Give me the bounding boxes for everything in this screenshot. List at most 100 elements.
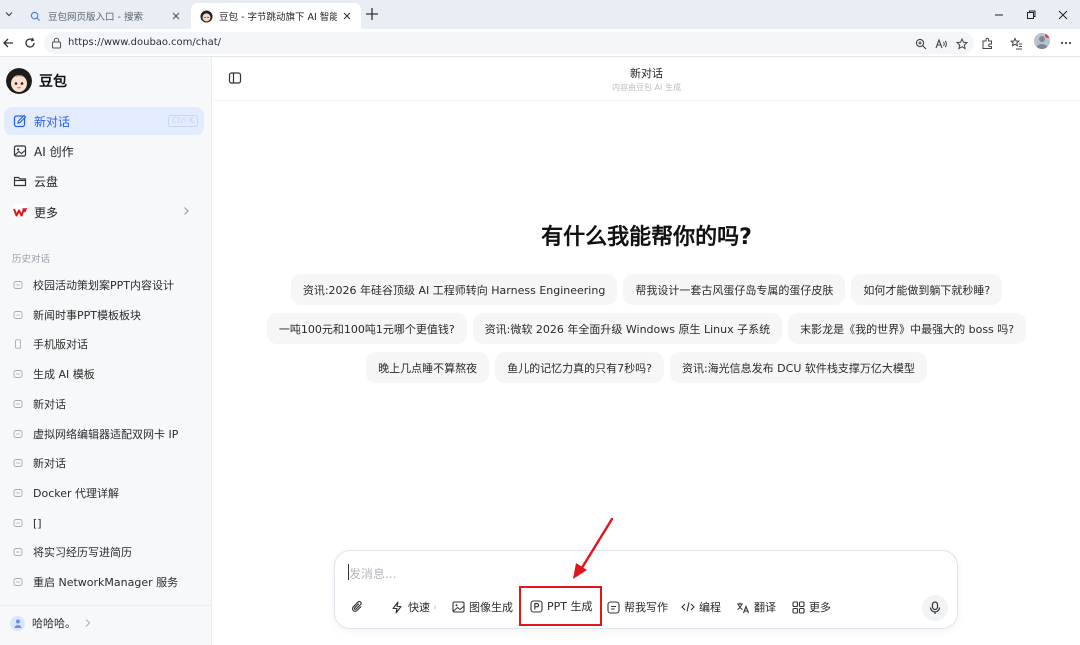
history-item-label: 新闻时事PPT模板板块 [33,309,141,322]
history-item[interactable]: [] [12,512,202,534]
history-item[interactable]: 手机版对话 [12,333,202,355]
chevron-right-icon [84,618,92,628]
ppt-icon [529,599,543,613]
suggestion-chip[interactable]: 鱼儿的记忆力真的只有7秒吗? [495,352,664,383]
page-subtitle: 内容由豆包 AI 生成 [612,83,681,92]
coding-button[interactable]: 编程 [681,595,721,619]
doubao-avatar-icon [6,68,32,94]
maximize-icon[interactable] [1024,8,1038,22]
profile-avatar[interactable] [1034,33,1050,49]
history-item[interactable]: 新闻时事PPT模板板块 [12,304,202,326]
nav-label: AI 创作 [34,144,74,159]
close-window-icon[interactable] [1056,8,1070,22]
minimize-icon[interactable] [992,8,1006,22]
history-item[interactable]: 新对话 [12,452,202,474]
history-item[interactable]: Docker 代理详解 [12,482,202,504]
user-name: 哈哈哈。 [32,617,76,630]
read-aloud-icon[interactable] [935,37,948,50]
history-item[interactable]: 新对话 [12,393,202,415]
suggestion-chip[interactable]: 帮我设计一套古风蛋仔岛专属的蛋仔皮肤 [623,274,846,305]
attachment-clip-icon[interactable] [349,599,365,615]
doubao-favicon-icon [199,9,213,23]
more-tools-button[interactable]: 更多 [791,595,831,619]
user-avatar-icon [10,615,25,631]
chat-bubble-icon [12,428,24,440]
history-item[interactable]: 校园活动策划案PPT内容设计 [12,274,202,296]
image-icon [12,143,28,159]
tool-label: 编程 [699,601,721,614]
lock-icon[interactable] [51,37,63,49]
suggestion-chip[interactable]: 末影龙是《我的世界》中最强大的 boss 吗? [788,313,1027,344]
chat-main: 新对话 内容由豆包 AI 生成 有什么我能帮你的吗? 资讯:2026 年硅谷顶级… [213,57,1080,645]
suggestion-chip[interactable]: 资讯:微软 2026 年全面升级 Windows 原生 Linux 子系统 [472,313,783,344]
lightning-icon [390,600,404,614]
chat-bubble-icon [12,457,24,469]
history-item-label: Docker 代理详解 [33,487,120,500]
favorites-list-icon[interactable] [1008,35,1024,51]
translate-button[interactable]: 翻译 [736,595,776,619]
tab-list-chevron-icon[interactable] [0,5,18,23]
writing-assistant-button[interactable]: 帮我写作 [606,595,668,619]
write-icon [606,600,620,614]
grid-icon [791,600,805,614]
header-divider [213,100,1080,101]
translate-icon [736,600,750,614]
sidebar-item-cloud-drive[interactable]: 云盘 [4,167,204,195]
suggestion-chip[interactable]: 一吨100元和100吨1元哪个更值钱? [266,313,467,344]
nav-label: 更多 [34,205,59,220]
address-bar[interactable]: https://www.doubao.com/chat/ [44,32,974,54]
tool-label: 图像生成 [469,601,513,614]
page-title: 新对话 [630,67,663,80]
history-item-label: 校园活动策划案PPT内容设计 [33,279,174,292]
new-tab-plus-icon[interactable] [365,7,381,23]
history-item[interactable]: 将实习经历写进简历 [12,541,202,563]
browser-toolbar: https://www.doubao.com/chat/ [0,29,1080,57]
app-name: 豆包 [39,74,67,90]
browser-tab-search[interactable]: 豆包网页版入口 - 搜索 [20,3,190,29]
chat-bubble-icon [12,487,24,499]
image-icon [451,600,465,614]
sidebar: 豆包 新对话 Ctrl K AI 创作 云盘 更多 历史对话 校园活动策划案PP… [0,57,212,645]
suggestion-chip[interactable]: 资讯:2026 年硅谷顶级 AI 工程师转向 Harness Engineeri… [290,274,618,305]
image-generation-button[interactable]: 图像生成 [451,595,513,619]
chevron-right-icon: › [433,601,437,613]
refresh-icon[interactable] [22,35,38,51]
history-item-label: 生成 AI 模板 [33,368,95,381]
close-tab-icon[interactable] [170,10,182,22]
chat-bubble-icon [12,309,24,321]
ppt-generation-button[interactable]: PPT 生成 [518,586,603,626]
favorite-star-icon[interactable] [955,37,968,50]
history-item[interactable]: 重启 NetworkManager 服务 [12,571,202,593]
suggestion-chip[interactable]: 如何才能做到躺下就秒睡? [851,274,1003,305]
zoom-icon[interactable] [914,37,927,50]
sidebar-item-ai-creation[interactable]: AI 创作 [4,137,204,165]
user-profile[interactable]: 哈哈哈。 [10,613,92,633]
quick-mode-button[interactable]: 快速 › [390,595,437,619]
app-logo[interactable]: 豆包 [6,67,67,95]
history-item[interactable]: 生成 AI 模板 [12,363,202,385]
browser-tab-doubao[interactable]: 豆包 - 字节跳动旗下 AI 智能助手 [191,3,361,29]
chevron-right-icon [182,206,192,218]
extensions-icon[interactable] [979,35,995,51]
tool-label: 帮我写作 [624,601,668,614]
message-input[interactable]: 发消息... [349,565,396,582]
url-text[interactable]: https://www.doubao.com/chat/ [68,37,221,48]
back-arrow-icon[interactable] [0,35,16,51]
nav-label: 云盘 [34,174,59,189]
microphone-button[interactable] [922,595,948,621]
history-item[interactable]: 虚拟网络编辑器适配双网卡 IP [12,423,202,445]
phone-icon [12,338,24,350]
hotkey-hint: Ctrl K [167,115,198,127]
suggestion-chip[interactable]: 资讯:海光信息发布 DCU 软件栈支撑万亿大模型 [669,352,927,383]
close-tab-icon[interactable] [341,10,353,22]
sidebar-item-new-chat[interactable]: 新对话 Ctrl K [4,107,204,135]
folder-icon [12,173,28,189]
history-section-label: 历史对话 [12,254,51,265]
more-menu-icon[interactable] [1058,35,1074,51]
chat-bubble-icon [12,546,24,558]
suggestion-chip[interactable]: 晚上几点睡不算熬夜 [366,352,490,383]
tool-label: 翻译 [754,601,776,614]
microphone-icon [929,601,941,615]
sidebar-item-more[interactable]: 更多 [4,198,204,226]
wps-icon [12,204,28,220]
